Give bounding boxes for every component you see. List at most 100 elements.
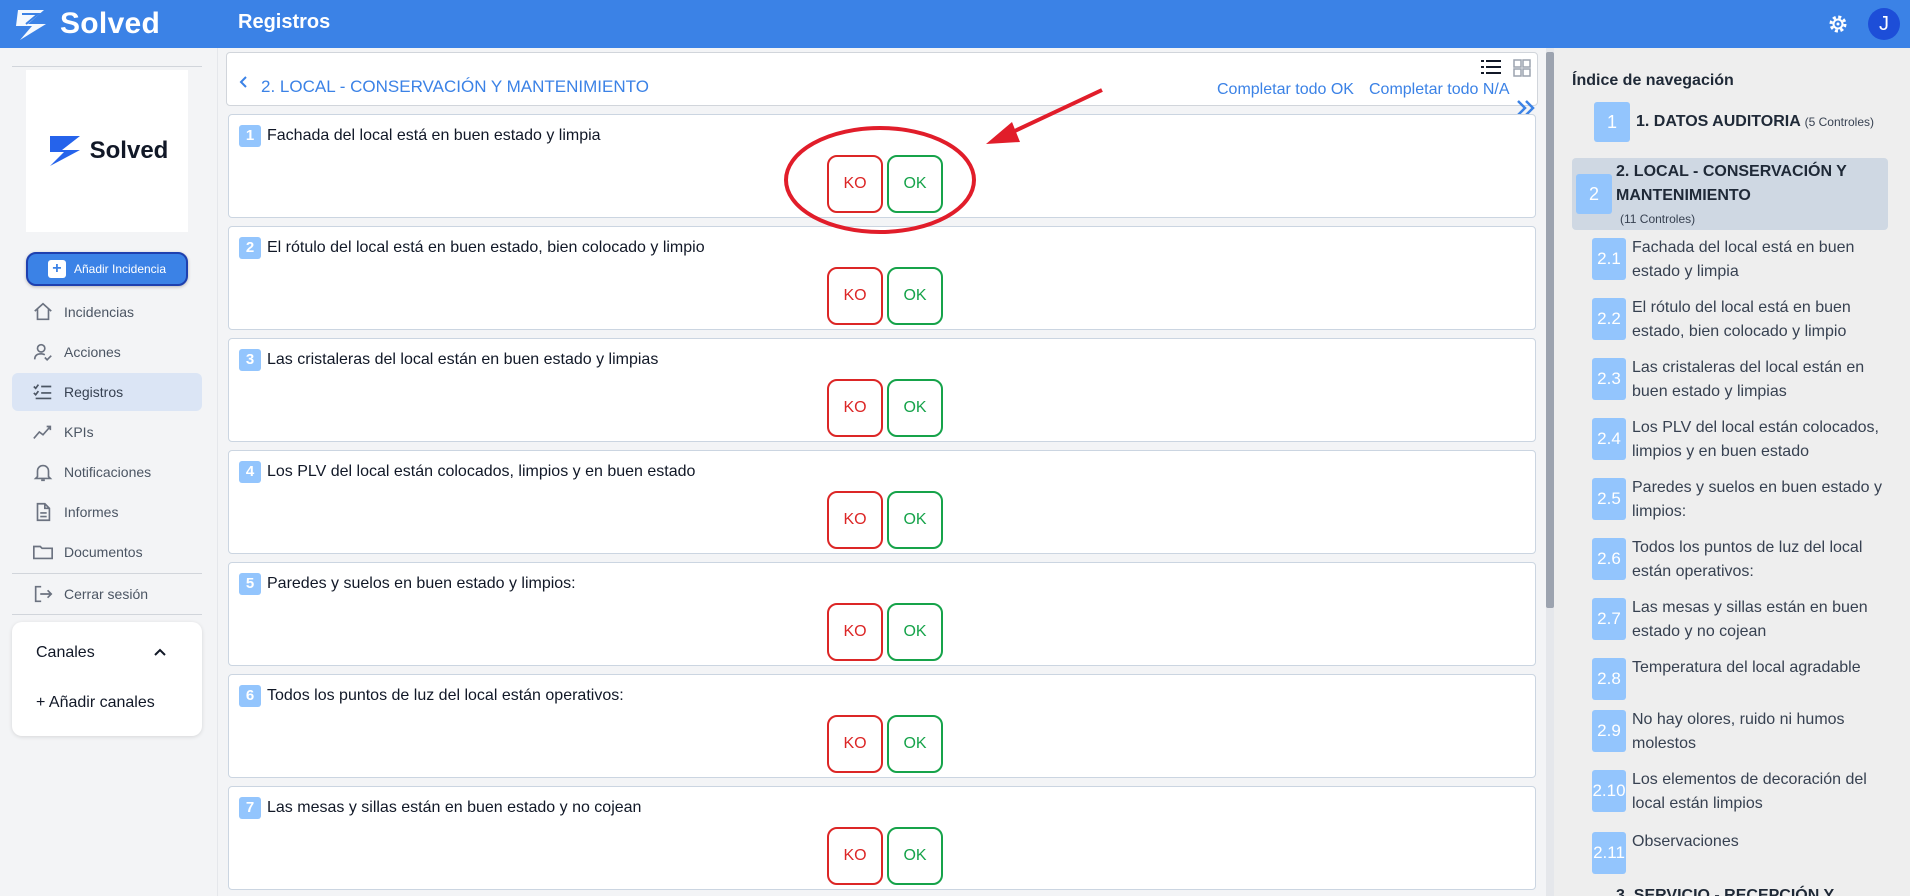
nav-section-count: (5 Controles) <box>1804 115 1874 129</box>
nav-subitem-label: Paredes y suelos en buen estado y limpio… <box>1632 479 1882 520</box>
nav-subitem[interactable]: 2.10 Los elementos de decoración del loc… <box>1592 768 1892 816</box>
ok-button[interactable]: OK <box>887 827 943 885</box>
nav-subitem[interactable]: 2.4 Los PLV del local están colocados, l… <box>1592 416 1892 464</box>
sidebar-item-label: Acciones <box>64 344 121 360</box>
add-incident-label: Añadir Incidencia <box>73 262 167 276</box>
ok-button[interactable]: OK <box>887 155 943 213</box>
nav-section-1[interactable]: 1 1. DATOS AUDITORIA (5 Controles) <box>1572 102 1888 144</box>
ko-button[interactable]: KO <box>827 827 883 885</box>
nav-subitem-number: 2.10 <box>1592 770 1626 812</box>
user-avatar[interactable]: J <box>1868 8 1900 40</box>
nav-section-3-label[interactable]: 3. SERVICIO - RECEPCIÓN Y <box>1616 884 1896 896</box>
chevron-left-icon[interactable] <box>237 75 251 89</box>
add-channels-link[interactable]: + Añadir canales <box>36 694 155 712</box>
list-view-icon[interactable] <box>1481 59 1501 75</box>
ko-button[interactable]: KO <box>827 603 883 661</box>
control-card: 2 El rótulo del local está en buen estad… <box>228 226 1536 330</box>
nav-section-number: 2 <box>1576 174 1612 214</box>
ko-button[interactable]: KO <box>827 715 883 773</box>
top-bar: Solved Registros J <box>0 0 1910 48</box>
nav-subitem[interactable]: 2.11 Observaciones <box>1592 830 1892 878</box>
sidebar-divider <box>12 66 202 67</box>
sidebar-item-informes[interactable]: Informes <box>12 493 202 531</box>
folder-icon <box>33 545 53 560</box>
solved-logo-icon <box>16 10 46 40</box>
solved-logo-icon <box>49 136 80 166</box>
nav-subitem[interactable]: 2.2 El rótulo del local está en buen est… <box>1592 296 1892 344</box>
ok-button[interactable]: OK <box>887 267 943 325</box>
complete-all-ok-button[interactable]: Completar todo OK <box>1217 81 1354 99</box>
control-label: El rótulo del local está en buen estado,… <box>267 239 705 256</box>
nav-section-label: 1. DATOS AUDITORIA (5 Controles) <box>1636 113 1874 130</box>
plus-icon: + <box>47 260 66 278</box>
ok-button[interactable]: OK <box>887 491 943 549</box>
control-card: 4 Los PLV del local están colocados, lim… <box>228 450 1536 554</box>
sidebar-item-label: Informes <box>64 504 119 520</box>
nav-section-2[interactable]: 2 2. LOCAL - CONSERVACIÓN Y MANTENIMIENT… <box>1572 158 1888 230</box>
nav-section-count: (11 Controles) <box>1620 212 1696 226</box>
gear-icon[interactable] <box>1826 12 1850 36</box>
control-number: 7 <box>239 797 261 819</box>
page-title: Registros <box>238 11 331 33</box>
logout-button[interactable]: Cerrar sesión <box>12 575 202 613</box>
sidebar-item-label: Incidencias <box>64 304 135 320</box>
nav-subitem-number: 2.9 <box>1592 710 1626 752</box>
nav-subitem[interactable]: 2.3 Las cristaleras del local están en b… <box>1592 356 1892 404</box>
ko-button[interactable]: KO <box>827 491 883 549</box>
brand[interactable]: Solved <box>14 2 160 46</box>
trend-icon <box>33 425 52 439</box>
ko-button[interactable]: KO <box>827 155 883 213</box>
ok-button[interactable]: OK <box>887 715 943 773</box>
nav-subitem-label: Los elementos de decoración del local es… <box>1632 771 1867 812</box>
nav-section-number: 1 <box>1594 102 1630 142</box>
nav-subitem-number: 2.5 <box>1592 478 1626 520</box>
sidebar-item-registros[interactable]: Registros <box>12 373 202 411</box>
control-card: 5 Paredes y suelos en buen estado y limp… <box>228 562 1536 666</box>
control-number: 2 <box>239 237 261 259</box>
control-number: 4 <box>239 461 261 483</box>
nav-subitem-number: 2.8 <box>1592 658 1626 700</box>
nav-subitem-number: 2.3 <box>1592 358 1626 400</box>
sidebar-item-acciones[interactable]: Acciones <box>12 333 202 371</box>
control-card: 3 Las cristaleras del local están en bue… <box>228 338 1536 442</box>
logo-name: Solved <box>89 137 169 164</box>
nav-subitem[interactable]: 2.9 No hay olores, ruido ni humos molest… <box>1592 708 1892 756</box>
nav-subitem[interactable]: 2.5 Paredes y suelos en buen estado y li… <box>1592 476 1892 524</box>
ko-button[interactable]: KO <box>827 379 883 437</box>
nav-subitem-number: 2.11 <box>1592 832 1626 874</box>
control-label: Las cristaleras del local están en buen … <box>267 351 659 368</box>
ko-button[interactable]: KO <box>827 267 883 325</box>
sidebar-item-kpis[interactable]: KPIs <box>12 413 202 451</box>
nav-subitem[interactable]: 2.1 Fachada del local está en buen estad… <box>1592 236 1892 284</box>
nav-subitem[interactable]: 2.6 Todos los puntos de luz del local es… <box>1592 536 1892 584</box>
nav-subitem-label: No hay olores, ruido ni humos molestos <box>1632 711 1845 752</box>
nav-subitem-label: Temperatura del local agradable <box>1632 659 1861 676</box>
nav-subitem[interactable]: 2.7 Las mesas y sillas están en buen est… <box>1592 596 1892 644</box>
nav-subitem-number: 2.4 <box>1592 418 1626 460</box>
control-label: Fachada del local está en buen estado y … <box>267 127 601 144</box>
control-label: Todos los puntos de luz del local están … <box>267 687 624 704</box>
navigation-index-title: Índice de navegación <box>1572 72 1734 89</box>
add-incident-button[interactable]: + Añadir Incidencia <box>26 252 188 286</box>
chevron-up-icon[interactable] <box>150 642 170 662</box>
ok-button[interactable]: OK <box>887 603 943 661</box>
nav-subitem-number: 2.7 <box>1592 598 1626 640</box>
nav-subitem-number: 2.2 <box>1592 298 1626 340</box>
nav-subitem-label: Observaciones <box>1632 833 1739 850</box>
grid-view-icon[interactable] <box>1513 59 1531 77</box>
complete-all-na-button[interactable]: Completar todo N/A <box>1369 81 1510 99</box>
nav-subitem-label: Todos los puntos de luz del local están … <box>1632 539 1863 580</box>
home-icon <box>34 302 52 321</box>
nav-subitem[interactable]: 2.8 Temperatura del local agradable <box>1592 656 1892 704</box>
sidebar-item-label: KPIs <box>64 424 94 440</box>
nav-subitem-label: Fachada del local está en buen estado y … <box>1632 239 1855 280</box>
scrollbar-thumb[interactable] <box>1546 52 1554 608</box>
sidebar-item-notificaciones[interactable]: Notificaciones <box>12 453 202 491</box>
bell-icon <box>33 464 53 482</box>
sidebar-item-incidencias[interactable]: Incidencias <box>12 293 202 331</box>
sidebar-item-documentos[interactable]: Documentos <box>12 533 202 571</box>
nav-subitem-label: Las cristaleras del local están en buen … <box>1632 359 1865 400</box>
control-number: 1 <box>239 125 261 147</box>
channels-title: Canales <box>36 644 95 661</box>
ok-button[interactable]: OK <box>887 379 943 437</box>
